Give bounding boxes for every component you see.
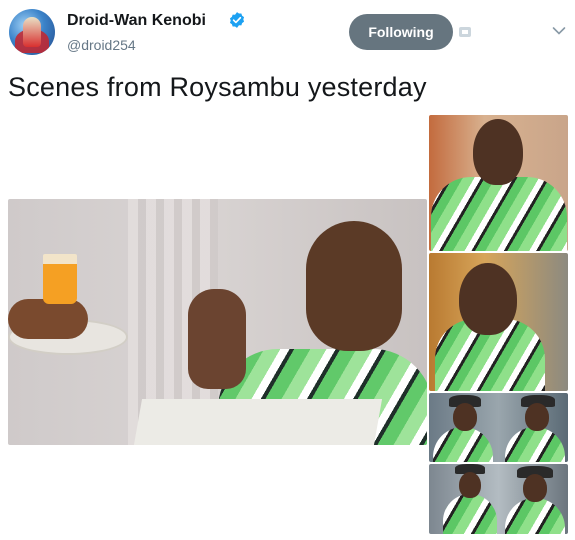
following-button[interactable]: Following (349, 14, 453, 50)
tweet-photo-main[interactable] (8, 199, 427, 445)
thumb-head (473, 119, 523, 185)
photo-head (306, 221, 402, 351)
thumb-jersey (443, 494, 497, 534)
thumb-jersey (505, 427, 565, 462)
caret-down-icon[interactable] (552, 26, 566, 36)
thumb-head (459, 263, 517, 335)
tweet-photo-thumb-4[interactable] (429, 464, 568, 534)
thumb-head (523, 474, 547, 502)
user-handle[interactable]: @droid254 (67, 37, 136, 53)
avatar[interactable] (9, 9, 55, 55)
photo-raised-hand (188, 289, 246, 389)
thumb-head (459, 472, 481, 498)
photo-newspaper (133, 399, 383, 445)
translate-icon[interactable] (459, 27, 471, 37)
photo-juice-glass (43, 254, 77, 304)
thumb-head (525, 403, 549, 431)
thumb-jersey (431, 177, 567, 251)
thumb-jersey (433, 427, 493, 462)
photo-arm (8, 299, 88, 339)
avatar-figure (23, 17, 41, 47)
thumb-jersey (505, 498, 565, 534)
tweet-text: Scenes from Roysambu yesterday (8, 72, 427, 102)
tweet-card: Droid-Wan Kenobi @droid254 Following Sce… (0, 0, 575, 540)
verified-badge-icon (229, 12, 245, 28)
tweet-photo-thumb-2[interactable] (429, 253, 568, 391)
user-display-name[interactable]: Droid-Wan Kenobi (67, 12, 206, 30)
tweet-photo-thumb-3[interactable] (429, 393, 568, 462)
thumb-head (453, 403, 477, 431)
tweet-photo-thumb-1[interactable] (429, 115, 568, 251)
